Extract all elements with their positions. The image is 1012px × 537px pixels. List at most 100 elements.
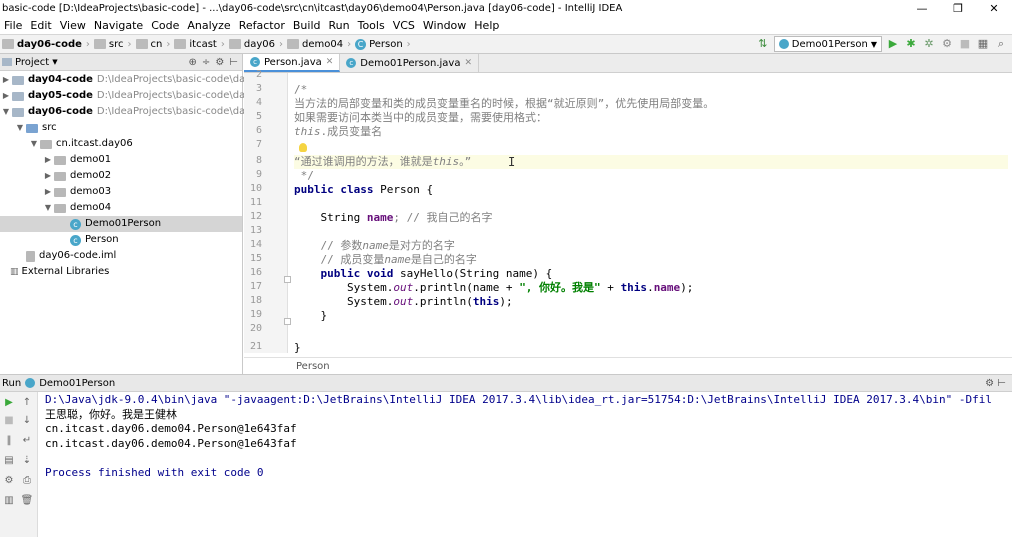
tree-item-day05-code[interactable]: ▶ day05-code D:\IdeaProjects\basic-code\da… [0, 88, 279, 104]
maximize-button[interactable]: ❐ [940, 0, 976, 17]
package-icon [54, 155, 66, 165]
menu-analyze[interactable]: Analyze [183, 19, 234, 32]
fold-icon[interactable] [284, 318, 291, 325]
menu-navigate[interactable]: Navigate [90, 19, 147, 32]
code-keyword: this [620, 281, 648, 294]
code-text: ); [499, 295, 513, 308]
line-number: 16 [249, 267, 262, 278]
minimize-button[interactable]: — [904, 0, 940, 17]
close-icon[interactable]: ✕ [464, 58, 472, 68]
menu-tools[interactable]: Tools [354, 19, 389, 32]
run-config-tab[interactable]: Demo01Person [39, 378, 115, 389]
breadcrumb-src[interactable]: src › [92, 39, 134, 50]
line-number: 7 [255, 139, 262, 150]
tree-item-demo04[interactable]: ▼ demo04 [42, 200, 111, 216]
hide-icon[interactable]: ⊢ [997, 378, 1006, 389]
menu-build[interactable]: Build [289, 19, 325, 32]
chevron-right-icon[interactable]: ▶ [42, 168, 54, 184]
menu-refactor[interactable]: Refactor [235, 19, 289, 32]
chevron-down-icon[interactable]: ▼ [14, 120, 26, 136]
code-keyword: this [472, 295, 500, 308]
rerun-icon[interactable]: ▶ [2, 396, 16, 410]
code-comment: /* [294, 83, 308, 96]
tree-item-package-day06[interactable]: ▼ cn.itcast.day06 [28, 136, 133, 152]
package-icon [54, 171, 66, 181]
debug-icon[interactable]: ✱ [904, 37, 918, 51]
tree-item-demo01[interactable]: ▶ demo01 [42, 152, 111, 168]
close-button[interactable]: ✕ [976, 0, 1012, 17]
settings-icon[interactable]: ⚙ [2, 474, 16, 488]
hide-icon[interactable]: ⊢ [229, 57, 238, 68]
breadcrumb-cn[interactable]: cn › [134, 39, 173, 50]
pause-icon[interactable]: ‖ [2, 434, 16, 448]
code-static-field: out [393, 281, 414, 294]
soft-wrap-icon[interactable]: ↵ [20, 434, 34, 448]
run-configuration-select[interactable]: Demo01Person ▼ [773, 36, 882, 52]
menu-help[interactable]: Help [470, 19, 503, 32]
breadcrumb-day06[interactable]: day06 › [227, 39, 285, 50]
down-icon[interactable]: ↓ [20, 414, 34, 428]
menu-edit[interactable]: Edit [26, 19, 55, 32]
dump-icon[interactable]: ▤ [2, 454, 16, 468]
console-output[interactable]: D:\Java\jdk-9.0.4\bin\java "-javaagent:D… [45, 393, 1010, 480]
menu-code[interactable]: Code [147, 19, 183, 32]
chevron-down-icon[interactable]: ▼ [52, 58, 57, 66]
project-panel-title[interactable]: Project [15, 57, 49, 68]
layout-icon[interactable]: ▥ [2, 494, 16, 508]
tree-item-day04-code[interactable]: ▶ day04-code D:\IdeaProjects\basic-code\da… [0, 72, 279, 88]
console-line: Process finished with exit code 0 [45, 465, 264, 479]
tree-item-demo01person[interactable]: c Demo01Person [0, 216, 242, 232]
breadcrumb-demo04[interactable]: demo04 › [285, 39, 353, 50]
chevron-right-icon[interactable]: ▶ [0, 88, 12, 104]
up-icon[interactable]: ↑ [20, 396, 34, 410]
breadcrumb-person[interactable]: C Person › [353, 38, 413, 50]
coverage-icon[interactable]: ✲ [922, 37, 936, 51]
project-structure-icon[interactable]: ▦ [976, 37, 990, 51]
tree-item-demo03[interactable]: ▶ demo03 [42, 184, 111, 200]
menu-view[interactable]: View [56, 19, 90, 32]
run-icon[interactable]: ▶ [886, 37, 900, 51]
class-icon: c [70, 218, 81, 230]
chevron-down-icon[interactable]: ▼ [42, 200, 54, 216]
console-line: cn.itcast.day06.demo04.Person@1e643faf [45, 436, 297, 450]
breadcrumb-itcast[interactable]: itcast › [172, 39, 226, 50]
chevron-down-icon[interactable]: ▼ [28, 136, 40, 152]
menu-vcs[interactable]: VCS [389, 19, 419, 32]
chevron-right-icon[interactable]: ▶ [0, 72, 12, 88]
breadcrumb-day06-code[interactable]: day06-code › [0, 39, 92, 50]
menu-window[interactable]: Window [419, 19, 470, 32]
tree-item-person[interactable]: c Person [70, 232, 119, 248]
stop-icon[interactable]: ■ [2, 414, 16, 428]
search-icon[interactable]: ⌕ [994, 37, 1008, 51]
tree-item-demo02[interactable]: ▶ demo02 [42, 168, 111, 184]
trash-icon[interactable]: 🗑 [20, 494, 34, 508]
print-icon[interactable]: ⎙ [20, 474, 34, 488]
scroll-end-icon[interactable]: ⇣ [20, 454, 34, 468]
chevron-right-icon[interactable]: ▶ [42, 152, 54, 168]
chevron-down-icon[interactable]: ▼ [0, 104, 12, 120]
tree-item-src[interactable]: ▼ src [14, 120, 57, 136]
menu-file[interactable]: File [0, 19, 26, 32]
chevron-right-icon[interactable]: ▶ [42, 184, 54, 200]
build-icon[interactable]: ⇅ [756, 37, 770, 51]
gear-icon[interactable]: ⚙ [985, 378, 994, 389]
fold-icon[interactable] [284, 276, 291, 283]
code-area[interactable]: /* 当方法的局部变量和类的成员变量重名的时候，根据“就近原则”，优先使用局部变… [294, 73, 1008, 354]
line-number: 6 [255, 125, 262, 136]
collapse-icon[interactable]: ÷ [202, 57, 210, 68]
stop-icon[interactable]: ■ [958, 37, 972, 51]
gear-icon[interactable]: ⚙ [215, 57, 224, 68]
chevron-right-icon: › [85, 38, 90, 50]
tab-demo01person-java[interactable]: c Demo01Person.java ✕ [340, 54, 479, 72]
profile-icon[interactable]: ⚙ [940, 37, 954, 51]
tree-item-iml[interactable]: day06-code.iml [26, 248, 116, 264]
target-icon[interactable]: ⊕ [189, 57, 197, 68]
tree-item-external-libraries[interactable]: ▥ External Libraries [10, 264, 109, 280]
tree-item-day06-code[interactable]: ▼ day06-code D:\IdeaProjects\basic-code\da… [0, 104, 279, 120]
lightbulb-icon[interactable] [299, 143, 307, 152]
close-icon[interactable]: ✕ [326, 57, 334, 67]
editor-footer-breadcrumb[interactable]: Person [244, 357, 1012, 374]
menu-run[interactable]: Run [325, 19, 354, 32]
code-text: .println( [413, 295, 473, 308]
